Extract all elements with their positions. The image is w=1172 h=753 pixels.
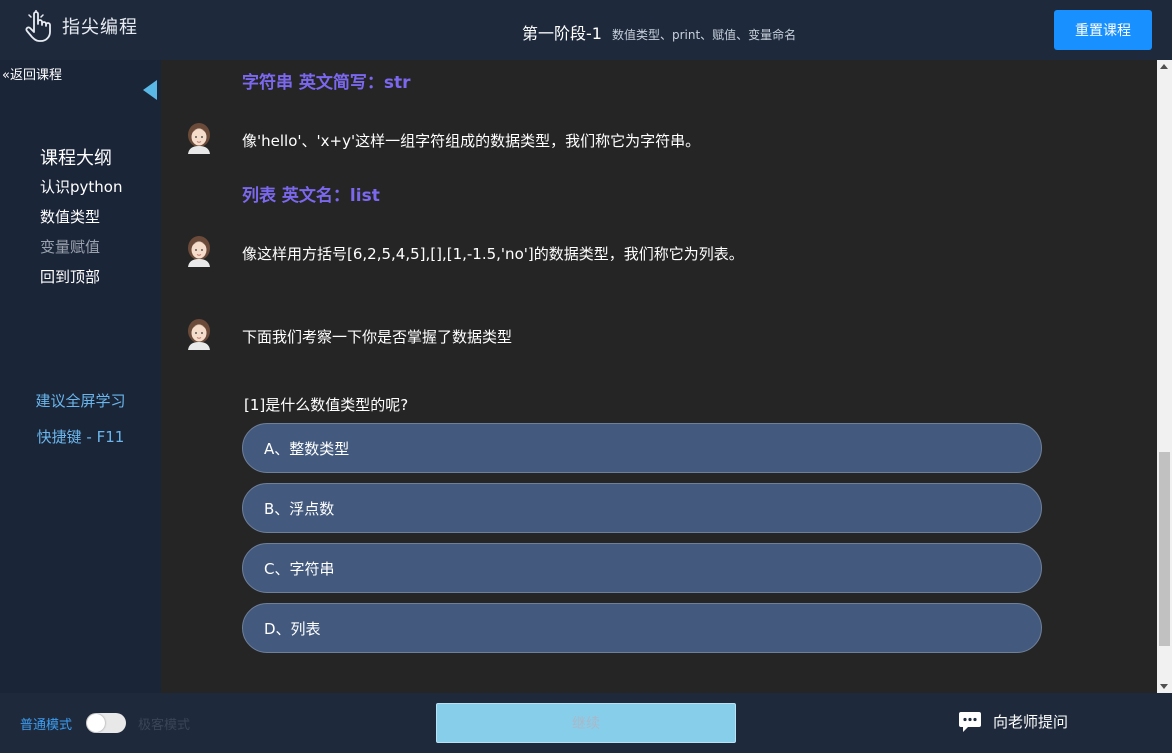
option-a[interactable]: A、整数类型 xyxy=(242,423,1042,473)
outline-item-variable-assignment[interactable]: 变量赋值 xyxy=(40,236,100,257)
message-quiz-intro: 下面我们考察一下你是否掌握了数据类型 xyxy=(242,328,513,346)
message-list-def: 像这样用方括号[6,2,5,4,5],[],[1,-1.5,'no']的数据类型… xyxy=(242,245,744,263)
scroll-down-icon[interactable] xyxy=(1160,684,1168,689)
option-d[interactable]: D、列表 xyxy=(242,603,1042,653)
ask-teacher-label: 向老师提问 xyxy=(993,712,1069,731)
pointer-hand-icon xyxy=(25,10,51,42)
option-c[interactable]: C、字符串 xyxy=(242,543,1042,593)
logo[interactable]: 指尖编程 xyxy=(24,10,138,42)
sidebar: «返回课程 课程大纲 认识python 数值类型 变量赋值 回到顶部 建议全屏学… xyxy=(0,60,161,693)
outline-item-back-to-top[interactable]: 回到顶部 xyxy=(40,266,100,287)
heading-str: 字符串 英文简写：str xyxy=(242,73,411,93)
logo-text: 指尖编程 xyxy=(62,17,138,38)
chat-bubble-icon xyxy=(959,712,981,732)
content-scrollbar[interactable] xyxy=(1157,60,1172,693)
quiz-question: [1]是什么数值类型的呢? xyxy=(244,396,409,414)
teacher-avatar-icon xyxy=(188,123,210,154)
lesson-content: 字符串 英文简写：str 像'hello'、'x+y'这样一组字符组成的数据类型… xyxy=(161,60,1157,693)
teacher-avatar-icon xyxy=(188,319,210,350)
outline-item-python[interactable]: 认识python xyxy=(40,176,122,197)
lesson-title-subtitle: 数值类型、print、赋值、变量命名 xyxy=(611,28,797,42)
top-bar: 指尖编程 第一阶段-1 数值类型、print、赋值、变量命名 重置课程 xyxy=(0,0,1172,60)
collapse-sidebar-icon[interactable] xyxy=(143,80,157,100)
outline-title: 课程大纲 xyxy=(40,148,112,169)
mode-toggle[interactable] xyxy=(86,713,126,733)
normal-mode-label: 普通模式 xyxy=(20,718,73,733)
mode-toggle-knob xyxy=(87,714,105,732)
option-b[interactable]: B、浮点数 xyxy=(242,483,1042,533)
bottom-bar: 普通模式 极客模式 继续 向老师提问 xyxy=(0,693,1172,753)
lesson-title: 第一阶段-1 数值类型、print、赋值、变量命名 xyxy=(522,20,796,44)
outline-item-number-types[interactable]: 数值类型 xyxy=(40,206,100,227)
teacher-avatar-icon xyxy=(188,236,210,267)
shortcut-tip: 快捷键 - F11 xyxy=(36,428,125,446)
heading-list: 列表 英文名：list xyxy=(242,186,380,206)
geek-mode-label: 极客模式 xyxy=(138,718,191,733)
back-to-course-link[interactable]: «返回课程 xyxy=(2,64,62,83)
scrollbar-thumb[interactable] xyxy=(1159,452,1170,646)
continue-button[interactable]: 继续 xyxy=(436,703,736,743)
scroll-up-icon[interactable] xyxy=(1160,64,1168,69)
fullscreen-tip: 建议全屏学习 xyxy=(35,392,126,410)
ask-teacher-button[interactable]: 向老师提问 xyxy=(958,709,1068,733)
lesson-title-main: 第一阶段-1 xyxy=(522,24,602,43)
reset-course-button[interactable]: 重置课程 xyxy=(1054,10,1152,50)
message-string-def: 像'hello'、'x+y'这样一组字符组成的数据类型，我们称它为字符串。 xyxy=(242,132,701,150)
